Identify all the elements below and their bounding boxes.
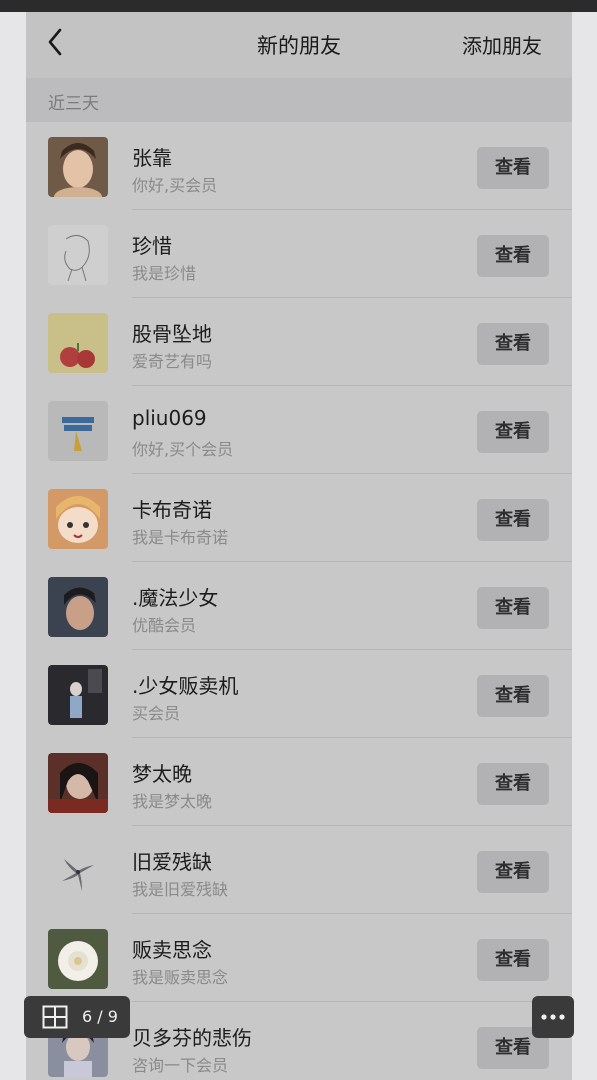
- friend-name: 梦太晚: [132, 762, 192, 786]
- friend-message: 我是梦太晚: [132, 792, 213, 811]
- friend-message: 买会员: [132, 704, 181, 723]
- friend-name: 张靠: [132, 146, 172, 170]
- friend-message: 我是卡布奇诺: [132, 528, 229, 547]
- view-button[interactable]: 查看: [477, 147, 549, 189]
- new-friends-screen: 新的朋友 添加朋友 近三天 张靠 你好,买会员 查看 珍惜 我是珍惜 查看 股骨…: [26, 12, 572, 1080]
- friend-request-row[interactable]: .魔法少女 优酷会员 查看: [26, 562, 572, 650]
- friend-name: 股骨坠地: [132, 322, 212, 346]
- avatar[interactable]: [48, 137, 108, 197]
- friend-name: 贝多芬的悲伤: [132, 1026, 252, 1050]
- avatar[interactable]: [48, 489, 108, 549]
- friend-message: 爱奇艺有吗: [132, 352, 213, 371]
- friend-message: 优酷会员: [132, 616, 197, 635]
- avatar[interactable]: [48, 577, 108, 637]
- friend-name: 贩卖思念: [132, 938, 212, 962]
- avatar[interactable]: [48, 753, 108, 813]
- friend-message: 我是珍惜: [132, 264, 197, 283]
- avatar[interactable]: [48, 225, 108, 285]
- view-button[interactable]: 查看: [477, 235, 549, 277]
- friend-message: 你好,买会员: [132, 176, 218, 195]
- friend-request-row[interactable]: 卡布奇诺 我是卡布奇诺 查看: [26, 474, 572, 562]
- friend-name: .魔法少女: [132, 586, 219, 610]
- friend-request-row[interactable]: 股骨坠地 爱奇艺有吗 查看: [26, 298, 572, 386]
- more-dots-icon: [541, 1014, 565, 1020]
- avatar[interactable]: [48, 665, 108, 725]
- friend-name: 旧爱残缺: [132, 850, 212, 874]
- friend-name: 卡布奇诺: [132, 498, 212, 522]
- view-button[interactable]: 查看: [477, 411, 549, 453]
- friend-request-row[interactable]: pliu069 你好,买个会员 查看: [26, 386, 572, 474]
- gallery-page-indicator[interactable]: 6 / 9: [24, 996, 130, 1038]
- view-button[interactable]: 查看: [477, 587, 549, 629]
- friend-message: 咨询一下会员: [132, 1056, 229, 1075]
- friend-request-row[interactable]: 珍惜 我是珍惜 查看: [26, 210, 572, 298]
- view-button[interactable]: 查看: [477, 939, 549, 981]
- friend-request-list: 张靠 你好,买会员 查看 珍惜 我是珍惜 查看 股骨坠地 爱奇艺有吗 查看 pl…: [26, 122, 572, 1080]
- friend-message: 我是旧爱残缺: [132, 880, 229, 899]
- avatar[interactable]: [48, 929, 108, 989]
- view-button[interactable]: 查看: [477, 851, 549, 893]
- friend-request-row[interactable]: 旧爱残缺 我是旧爱残缺 查看: [26, 826, 572, 914]
- section-header: 近三天: [26, 78, 572, 122]
- friend-request-row[interactable]: 张靠 你好,买会员 查看: [26, 122, 572, 210]
- view-button[interactable]: 查看: [477, 675, 549, 717]
- avatar[interactable]: [48, 313, 108, 373]
- view-button[interactable]: 查看: [477, 499, 549, 541]
- section-label: 近三天: [48, 94, 99, 114]
- friend-request-row[interactable]: 梦太晚 我是梦太晚 查看: [26, 738, 572, 826]
- friend-request-row[interactable]: 贩卖思念 我是贩卖思念 查看: [26, 914, 572, 1002]
- friend-message: 你好,买个会员: [132, 440, 234, 459]
- nav-bar: 新的朋友 添加朋友: [26, 12, 572, 78]
- friend-name: 珍惜: [132, 234, 172, 258]
- avatar[interactable]: [48, 841, 108, 901]
- more-options-button[interactable]: [532, 996, 574, 1038]
- grid-icon[interactable]: [42, 1005, 68, 1029]
- background-caption-strip: [0, 0, 597, 12]
- view-button[interactable]: 查看: [477, 323, 549, 365]
- friend-name: pliu069: [132, 406, 207, 430]
- friend-name: .少女贩卖机: [132, 674, 239, 698]
- friend-message: 我是贩卖思念: [132, 968, 229, 987]
- avatar[interactable]: [48, 401, 108, 461]
- view-button[interactable]: 查看: [477, 763, 549, 805]
- friend-request-row[interactable]: .少女贩卖机 买会员 查看: [26, 650, 572, 738]
- add-friend-button[interactable]: 添加朋友: [462, 30, 542, 59]
- page-counter: 6 / 9: [82, 1007, 118, 1026]
